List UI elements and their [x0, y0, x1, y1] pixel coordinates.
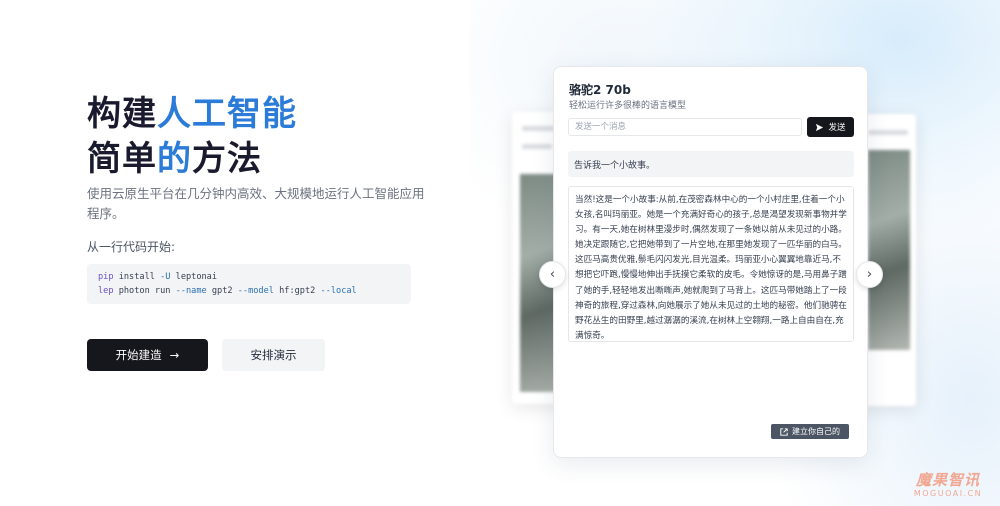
send-button[interactable]: 发送 — [807, 117, 854, 137]
hero-title: 构建人工智能 简单的方法 — [87, 92, 447, 182]
arrow-right-icon: → — [169, 348, 180, 362]
preview-image — [868, 150, 910, 350]
hero-title-line2: 简单的方法 — [87, 139, 262, 179]
schedule-demo-button[interactable]: 安排演示 — [222, 339, 325, 371]
external-link-icon — [780, 427, 788, 436]
message-input[interactable] — [568, 118, 802, 136]
demo-card: 骆驼2 70b 轻松运行许多很棒的语言模型 发送 告诉我一个小故事。 当然!这是… — [553, 66, 868, 458]
model-title: 骆驼2 70b — [569, 83, 631, 97]
watermark: 魔果智讯 MOGUOAI.CN — [913, 471, 983, 499]
send-icon — [816, 123, 824, 131]
hero-title-line1: 构建人工智能 — [87, 94, 297, 134]
carousel-next-button[interactable]: › — [856, 261, 883, 288]
model-response: 当然!这是一个小故事:从前,在茂密森林中心的一个小村庄里,住着一个小女孩,名叫玛… — [568, 186, 854, 342]
code-line-2: lep photon run --name gpt2 --model hf:gp… — [98, 286, 357, 296]
placeholder-line — [522, 144, 552, 149]
build-your-own-button[interactable]: 建立你自己的 — [771, 424, 849, 439]
code-line-1: pip install -U leptonai — [98, 272, 218, 282]
start-building-button[interactable]: 开始建造 → — [87, 339, 208, 371]
user-prompt: 告诉我一个小故事。 — [568, 151, 854, 177]
carousel-prev-button[interactable]: ‹ — [539, 261, 566, 288]
placeholder-line — [868, 130, 908, 135]
code-snippet[interactable]: pip install -U leptonai lep photon run -… — [87, 264, 411, 304]
code-label: 从一行代码开始: — [87, 240, 176, 254]
model-subtitle: 轻松运行许多很棒的语言模型 — [569, 101, 687, 111]
chevron-right-icon: › — [866, 267, 873, 282]
hero-subtitle: 使用云原生平台在几分钟内高效、大规模地运行人工智能应用程序。 — [87, 186, 425, 221]
chevron-left-icon: ‹ — [549, 267, 556, 282]
